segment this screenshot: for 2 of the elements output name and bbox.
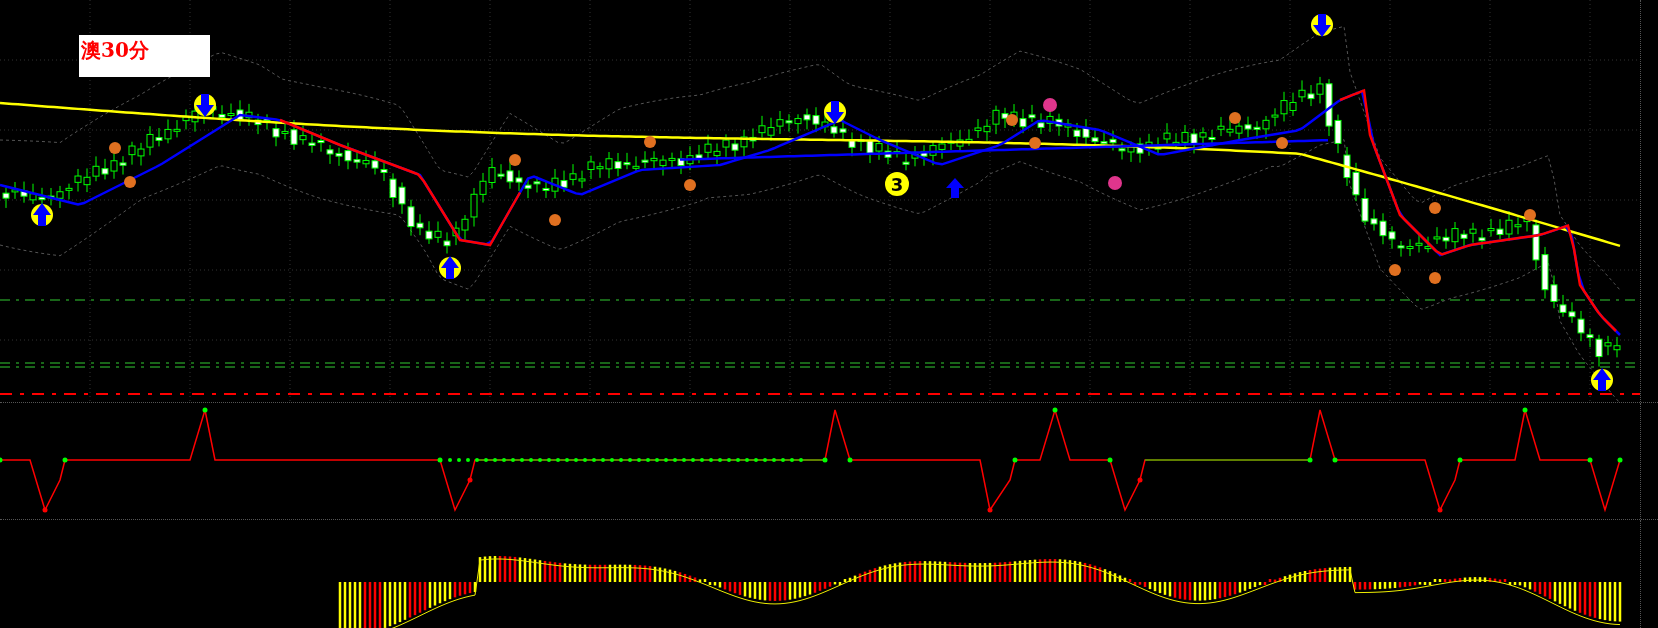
- signal-badge: 3: [885, 172, 909, 196]
- chart-label: 澳30分: [79, 35, 210, 77]
